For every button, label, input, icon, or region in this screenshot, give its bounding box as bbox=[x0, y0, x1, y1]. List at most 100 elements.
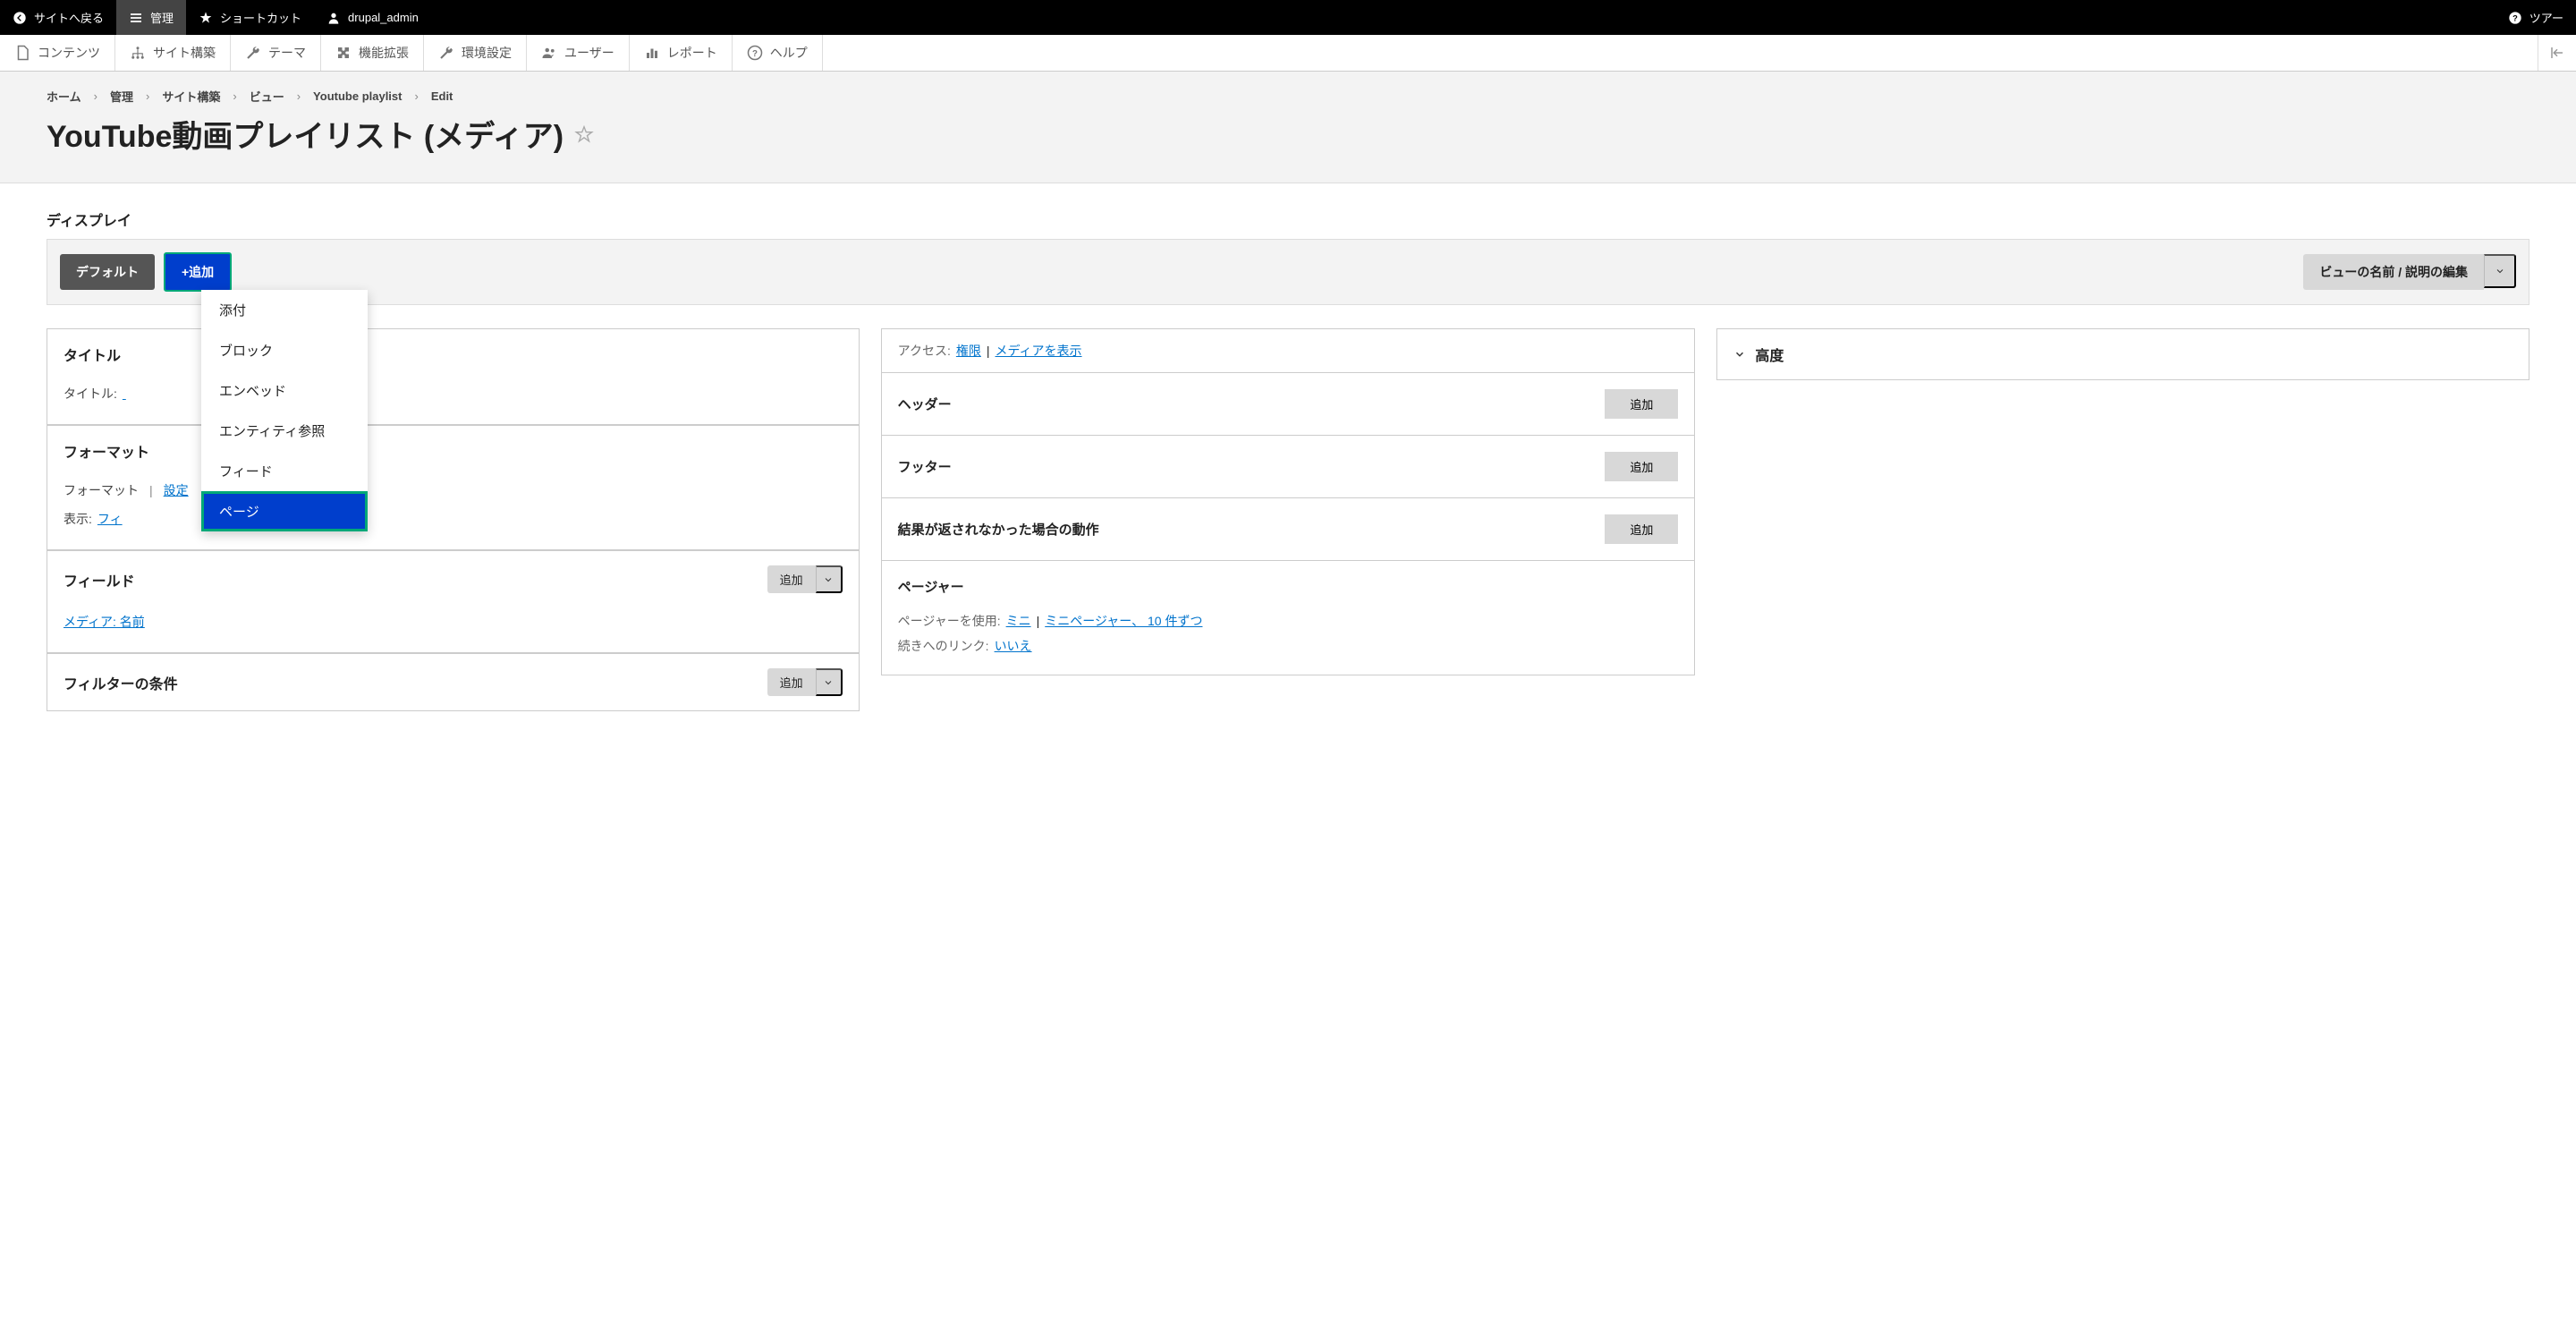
toolbar-collapse[interactable] bbox=[2538, 35, 2576, 71]
admin-content[interactable]: コンテンツ bbox=[0, 35, 115, 71]
dropdown-opt-embed[interactable]: エンベッド bbox=[201, 370, 368, 411]
panel-filters-head: フィルターの条件 bbox=[64, 672, 178, 693]
page-icon bbox=[14, 45, 30, 61]
admin-people-label: ユーザー bbox=[564, 44, 614, 62]
crumb-sep: › bbox=[94, 89, 97, 103]
admin-structure[interactable]: サイト構築 bbox=[115, 35, 231, 71]
toolbar-top: サイトへ戻る 管理 ショートカット drupal_admin ? ツアー bbox=[0, 0, 2576, 35]
crumb-view-name[interactable]: Youtube playlist bbox=[313, 89, 402, 103]
dropdown-opt-attachment[interactable]: 添付 bbox=[201, 290, 368, 330]
hierarchy-icon bbox=[130, 45, 146, 61]
show-value-link[interactable]: フィ bbox=[97, 510, 123, 528]
shortcuts-label: ショートカット bbox=[220, 9, 301, 26]
display-default-button[interactable]: デフォルト bbox=[60, 254, 155, 290]
fields-add-button[interactable]: 追加 bbox=[767, 565, 816, 593]
chevron-down-icon bbox=[2495, 266, 2505, 276]
pager-use-label: ページャーを使用: bbox=[898, 612, 1001, 630]
col-left: タイトル タイトル: フォーマット フォーマット | 設定 bbox=[47, 328, 860, 711]
breadcrumb: ホーム › 管理 › サイト構築 › ビュー › Youtube playlis… bbox=[47, 88, 2529, 105]
pipe: | bbox=[987, 344, 990, 358]
star-icon bbox=[199, 11, 213, 25]
footer-add-button[interactable]: 追加 bbox=[1605, 452, 1678, 481]
chevron-down-icon bbox=[823, 574, 834, 585]
title-value-link[interactable] bbox=[123, 386, 126, 401]
panel-format-head: フォーマット bbox=[64, 440, 149, 462]
main: ディスプレイ デフォルト +追加 ビューの名前 / 説明の編集 添付 ブロック … bbox=[0, 183, 2576, 736]
panel-filters: フィルターの条件 追加 bbox=[47, 653, 860, 711]
tour[interactable]: ? ツアー bbox=[2496, 0, 2576, 35]
crumb-manage[interactable]: 管理 bbox=[110, 88, 133, 105]
fields-add-caret[interactable] bbox=[816, 565, 843, 593]
field-media-name[interactable]: メディア: 名前 bbox=[64, 613, 145, 631]
pager-mini-link[interactable]: ミニ bbox=[1006, 612, 1031, 630]
back-label: サイトへ戻る bbox=[34, 9, 104, 26]
people-icon bbox=[541, 45, 557, 61]
edit-view-name-group: ビューの名前 / 説明の編集 bbox=[2303, 254, 2516, 290]
user-menu[interactable]: drupal_admin bbox=[314, 0, 431, 35]
format-label: フォーマット bbox=[64, 481, 139, 499]
toolbar-admin: コンテンツ サイト構築 テーマ 機能拡張 環境設定 ユーザー レポート ? ヘル… bbox=[0, 35, 2576, 72]
dropdown-opt-feed[interactable]: フィード bbox=[201, 451, 368, 491]
admin-extend[interactable]: 機能拡張 bbox=[321, 35, 424, 71]
crumb-home[interactable]: ホーム bbox=[47, 88, 81, 105]
advanced-label: 高度 bbox=[1755, 344, 1784, 365]
admin-config-label: 環境設定 bbox=[462, 44, 512, 62]
manage-label: 管理 bbox=[150, 9, 174, 26]
admin-structure-label: サイト構築 bbox=[153, 44, 216, 62]
panel-fields-head: フィールド bbox=[64, 569, 135, 590]
access-media-link[interactable]: メディアを表示 bbox=[996, 342, 1082, 360]
col-right: 高度 bbox=[1716, 328, 2529, 380]
page-title: YouTube動画プレイリスト (メディア) bbox=[47, 112, 2529, 156]
filters-add-button[interactable]: 追加 bbox=[767, 668, 816, 696]
footer-head: フッター bbox=[898, 457, 952, 476]
advanced-toggle[interactable]: 高度 bbox=[1716, 328, 2529, 380]
edit-view-name-button[interactable]: ビューの名前 / 説明の編集 bbox=[2303, 254, 2484, 290]
star-outline-icon[interactable] bbox=[574, 124, 594, 144]
hamburger-icon bbox=[129, 11, 143, 25]
no-results-add-button[interactable]: 追加 bbox=[1605, 514, 1678, 544]
dropdown-opt-page[interactable]: ページ bbox=[201, 491, 368, 531]
add-display-dropdown: 添付 ブロック エンベッド エンティティ参照 フィード ページ bbox=[201, 290, 368, 531]
admin-appearance[interactable]: テーマ bbox=[231, 35, 321, 71]
crumb-structure[interactable]: サイト構築 bbox=[162, 88, 220, 105]
admin-extend-label: 機能拡張 bbox=[359, 44, 409, 62]
no-results-head: 結果が返されなかった場合の動作 bbox=[898, 520, 1099, 539]
panel-fields: フィールド 追加 メディア: 名前 bbox=[47, 550, 860, 653]
crumb-sep: › bbox=[233, 89, 236, 103]
crumb-edit: Edit bbox=[431, 89, 453, 103]
dropdown-opt-entity-ref[interactable]: エンティティ参照 bbox=[201, 411, 368, 451]
format-settings-link[interactable]: 設定 bbox=[164, 481, 189, 499]
dropdown-opt-block[interactable]: ブロック bbox=[201, 330, 368, 370]
user-icon bbox=[326, 11, 341, 25]
page-title-text: YouTube動画プレイリスト (メディア) bbox=[47, 112, 564, 156]
displays-bar: デフォルト +追加 ビューの名前 / 説明の編集 添付 ブロック エンベッド エ… bbox=[47, 239, 2529, 305]
crumb-sep: › bbox=[297, 89, 301, 103]
tour-label: ツアー bbox=[2529, 9, 2563, 26]
more-label: 続きへのリンク: bbox=[898, 637, 989, 655]
admin-help[interactable]: ? ヘルプ bbox=[733, 35, 823, 71]
admin-config[interactable]: 環境設定 bbox=[424, 35, 527, 71]
columns: タイトル タイトル: フォーマット フォーマット | 設定 bbox=[47, 328, 2529, 711]
help-icon: ? bbox=[2508, 11, 2522, 25]
admin-reports[interactable]: レポート bbox=[630, 35, 733, 71]
shortcuts[interactable]: ショートカット bbox=[186, 0, 314, 35]
access-row: アクセス: 権限 | メディアを表示 bbox=[882, 329, 1695, 373]
panel-title-head: タイトル bbox=[64, 344, 121, 365]
header-add-button[interactable]: 追加 bbox=[1605, 389, 1678, 419]
access-label: アクセス: bbox=[898, 342, 951, 360]
crumb-sep: › bbox=[414, 89, 418, 103]
crumb-views[interactable]: ビュー bbox=[250, 88, 284, 105]
edit-view-name-caret[interactable] bbox=[2484, 254, 2516, 288]
access-perm-link[interactable]: 権限 bbox=[956, 342, 981, 360]
admin-people[interactable]: ユーザー bbox=[527, 35, 630, 71]
back-icon bbox=[13, 11, 27, 25]
manage-toggle[interactable]: 管理 bbox=[116, 0, 186, 35]
display-add-button[interactable]: +追加 bbox=[164, 252, 232, 292]
more-value-link[interactable]: いいえ bbox=[995, 637, 1032, 655]
back-to-site[interactable]: サイトへ戻る bbox=[0, 0, 116, 35]
collapse-icon bbox=[2549, 45, 2565, 61]
filters-add-caret[interactable] bbox=[816, 668, 843, 696]
title-label: タイトル: bbox=[64, 385, 117, 403]
pager-settings-link[interactable]: ミニページャー、 10 件ずつ bbox=[1045, 612, 1202, 630]
wrench2-icon bbox=[438, 45, 454, 61]
